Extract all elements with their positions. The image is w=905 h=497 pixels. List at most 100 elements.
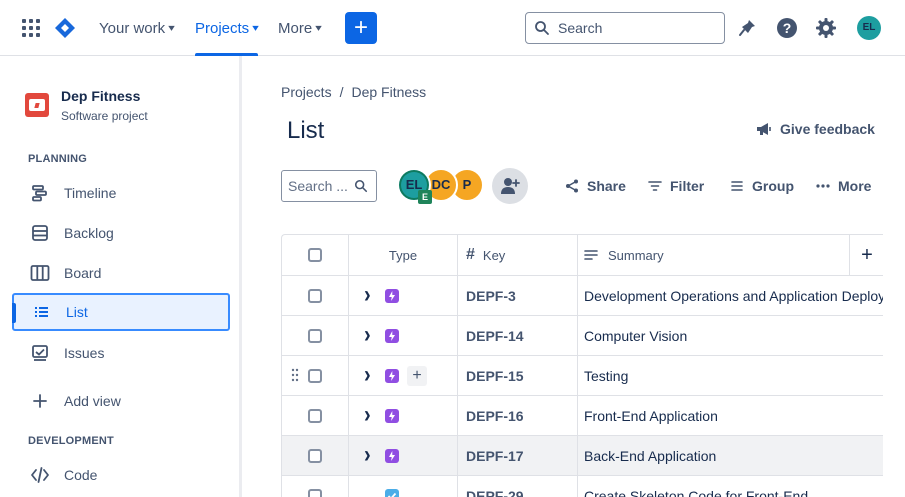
row-checkbox[interactable] (308, 288, 322, 303)
row-checkbox[interactable] (308, 488, 322, 497)
filter-icon (648, 181, 662, 191)
more-button[interactable]: More (816, 170, 871, 202)
expand-chevron-icon[interactable]: › (364, 282, 371, 310)
issue-key[interactable]: DEPF-29 (458, 476, 578, 497)
type-cell: › (349, 436, 458, 475)
select-all-checkbox[interactable] (308, 248, 322, 262)
table-row[interactable]: DEPF-29 Create Skeleton Code for Front-En… (282, 476, 883, 497)
row-checkbox[interactable] (308, 368, 322, 383)
issue-key[interactable]: DEPF-3 (458, 276, 578, 315)
timeline-icon (30, 183, 50, 203)
summary-lines-icon (584, 250, 598, 260)
code-icon (30, 465, 50, 485)
issue-summary[interactable]: Testing (578, 356, 883, 395)
plus-icon (30, 391, 50, 411)
table-row[interactable]: › + DEPF-15 Testing (282, 356, 883, 396)
issue-summary[interactable]: Create Skeleton Code for Front-End (578, 476, 883, 497)
breadcrumb: Projects / Dep Fitness (281, 84, 426, 100)
table-header-row: Type # Key Summary + (282, 235, 883, 276)
sidebar-item-list[interactable]: List (12, 293, 230, 331)
chevron-down-icon: ▾ (315, 22, 322, 34)
issue-summary[interactable]: Development Operations and Application D… (578, 276, 883, 315)
backlog-icon (30, 223, 50, 243)
header-type[interactable]: Type (349, 235, 458, 275)
user-avatar[interactable]: EL (857, 16, 881, 40)
drag-handle-icon[interactable] (290, 368, 300, 382)
expand-chevron-icon[interactable]: › (364, 402, 371, 430)
nav-more[interactable]: More ▾ (278, 0, 322, 56)
row-select-cell (282, 356, 349, 395)
header-summary[interactable]: Summary (578, 235, 850, 275)
expand-chevron-icon[interactable]: › (364, 442, 371, 470)
share-button[interactable]: Share (565, 170, 626, 202)
app-switcher-icon[interactable] (22, 19, 40, 37)
project-type: Software project (61, 109, 148, 123)
issue-key[interactable]: DEPF-15 (458, 356, 578, 395)
sidebar-item-board[interactable]: Board (12, 254, 230, 292)
sidebar-item-backlog[interactable]: Backlog (12, 214, 230, 252)
sidebar-item-code[interactable]: Code (12, 456, 230, 494)
notifications-icon[interactable] (736, 17, 758, 39)
issue-key[interactable]: DEPF-17 (458, 436, 578, 475)
filter-button[interactable]: Filter (648, 170, 704, 202)
create-button[interactable]: + (345, 12, 377, 44)
row-checkbox[interactable] (308, 408, 322, 423)
project-name[interactable]: Dep Fitness (61, 88, 140, 104)
row-select-cell (282, 316, 349, 355)
sidebar-resize-handle[interactable] (239, 56, 242, 497)
planning-section-label: PLANNING (28, 153, 88, 165)
add-view-button[interactable]: Add view (12, 382, 230, 420)
list-icon (32, 302, 52, 322)
add-people-button[interactable] (492, 168, 528, 204)
row-checkbox[interactable] (308, 448, 322, 463)
add-child-button[interactable]: + (407, 366, 427, 386)
group-button[interactable]: Group (730, 170, 794, 202)
row-select-cell (282, 436, 349, 475)
give-feedback-button[interactable]: Give feedback (756, 121, 875, 137)
header-key[interactable]: # Key (458, 235, 578, 275)
type-cell: › (349, 396, 458, 435)
search-icon (535, 21, 549, 35)
development-section-label: DEVELOPMENT (28, 435, 114, 447)
breadcrumb-separator: / (339, 84, 344, 100)
issue-key[interactable]: DEPF-16 (458, 396, 578, 435)
add-person-icon (501, 178, 520, 194)
nav-your-work[interactable]: Your work ▾ (99, 0, 175, 56)
epic-icon (385, 369, 399, 383)
add-column-button[interactable]: + (849, 235, 883, 275)
svg-text:?: ? (783, 20, 792, 36)
type-cell: › + (349, 356, 458, 395)
jira-logo-icon[interactable] (53, 16, 77, 40)
row-checkbox[interactable] (308, 328, 322, 343)
settings-gear-icon[interactable] (815, 17, 837, 39)
type-cell: › (349, 316, 458, 355)
chevron-down-icon: ▾ (252, 22, 259, 34)
group-icon (731, 181, 743, 191)
nav-projects[interactable]: Projects ▾ (195, 0, 259, 56)
table-row[interactable]: › DEPF-16 Front-End Application (282, 396, 883, 436)
table-row[interactable]: › DEPF-17 Back-End Application (282, 436, 883, 476)
issue-summary[interactable]: Front-End Application (578, 396, 883, 435)
avatar-el[interactable]: EL E (397, 168, 432, 204)
issue-summary[interactable]: Back-End Application (578, 436, 883, 475)
issue-list-table: Type # Key Summary + › DEPF-3 Development … (281, 234, 883, 497)
issue-key[interactable]: DEPF-14 (458, 316, 578, 355)
breadcrumb-projects[interactable]: Projects (281, 84, 332, 100)
epic-icon (385, 289, 399, 303)
help-icon[interactable]: ? (776, 17, 798, 39)
expand-chevron-icon[interactable]: › (364, 322, 371, 350)
row-select-cell (282, 396, 349, 435)
header-select-cell (282, 235, 349, 275)
row-select-cell (282, 276, 349, 315)
expand-chevron-icon[interactable]: › (364, 362, 371, 390)
table-row[interactable]: › DEPF-3 Development Operations and Applic… (282, 276, 883, 316)
global-search-input[interactable]: Search (525, 12, 725, 44)
list-search-input[interactable]: Search ... (281, 170, 377, 202)
epic-icon (385, 329, 399, 343)
breadcrumb-project[interactable]: Dep Fitness (351, 84, 426, 100)
table-row[interactable]: › DEPF-14 Computer Vision (282, 316, 883, 356)
project-avatar-icon (25, 93, 49, 117)
sidebar-item-issues[interactable]: Issues (12, 334, 230, 372)
issue-summary[interactable]: Computer Vision (578, 316, 883, 355)
sidebar-item-timeline[interactable]: Timeline (12, 174, 230, 212)
